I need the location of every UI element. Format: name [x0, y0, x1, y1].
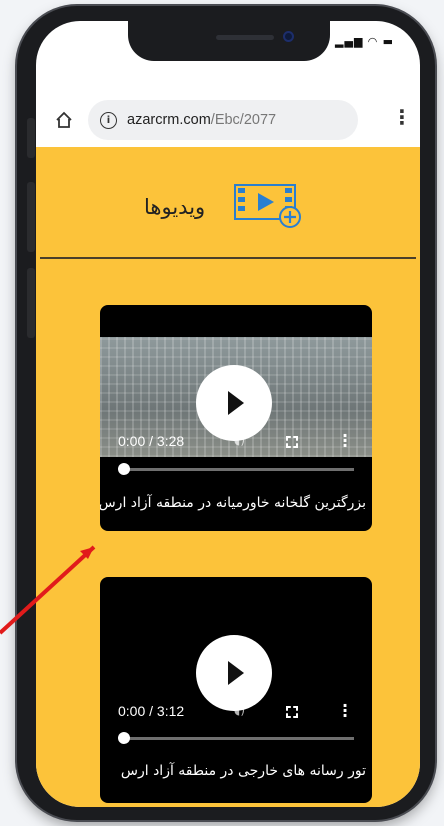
volume-down-button	[27, 268, 35, 338]
video-card: 0:00 / 3:28 ◖) · · · بزرگترین گلخانه خاورم…	[100, 305, 372, 531]
battery-icon: ▬	[382, 35, 394, 48]
wifi-icon: ◠	[368, 35, 378, 48]
status-icons: ▂▄▆ ◠ ▬	[335, 35, 394, 48]
front-camera	[283, 31, 294, 42]
video-progress-track[interactable]	[122, 468, 354, 471]
video-progress-track[interactable]	[122, 737, 354, 740]
page-content: ویدیوها 0:00 / 3:28 ◖) · · · بزرگترین گل…	[36, 147, 420, 807]
video-more-icon[interactable]: · · ·	[342, 428, 348, 454]
volume-up-button	[27, 182, 35, 252]
info-icon[interactable]: i	[100, 111, 117, 129]
signal-icon: ▂▄▆	[335, 35, 364, 48]
fullscreen-icon[interactable]	[286, 706, 298, 718]
address-bar[interactable]: i azarcrm.com/Ebc/2077	[88, 100, 358, 140]
phone-screen: ▂▄▆ ◠ ▬ i azarcrm.com/Ebc/2077 ⋮ ویدیوها	[36, 21, 420, 807]
video-add-icon	[234, 184, 301, 228]
url-host: azarcrm.com	[127, 112, 211, 128]
video-progress-handle[interactable]	[118, 732, 130, 744]
play-button[interactable]	[196, 635, 272, 711]
browser-toolbar: i azarcrm.com/Ebc/2077 ⋮	[36, 93, 420, 147]
video-card: 0:00 / 3:12 ◖) · · · تور رسانه های خارجی د…	[100, 577, 372, 803]
play-icon	[228, 661, 244, 685]
home-button[interactable]	[54, 110, 74, 130]
video-more-icon[interactable]: · · ·	[342, 698, 348, 724]
speaker-grille	[216, 35, 274, 40]
more-menu-icon[interactable]: ⋮	[392, 107, 412, 127]
home-icon	[56, 111, 72, 128]
volume-icon[interactable]: ◖)	[234, 703, 248, 717]
url-path: /Ebc/2077	[210, 112, 277, 128]
video-caption: بزرگترین گلخانه خاورمیانه در منطقه آزاد …	[100, 495, 366, 511]
play-icon	[228, 391, 244, 415]
notch	[128, 21, 330, 61]
section-header: ویدیوها	[36, 173, 420, 233]
mute-switch	[27, 118, 35, 158]
video-time: 0:00 / 3:12	[118, 703, 185, 719]
volume-icon[interactable]: ◖)	[234, 433, 248, 447]
play-button[interactable]	[196, 365, 272, 441]
annotation-arrow	[0, 545, 96, 635]
video-caption: تور رسانه های خارجی در منطقه آزاد ارس	[120, 763, 366, 779]
section-divider	[40, 257, 416, 259]
section-title: ویدیوها	[144, 195, 206, 219]
video-progress-handle[interactable]	[118, 463, 130, 475]
video-time: 0:00 / 3:28	[118, 433, 185, 449]
